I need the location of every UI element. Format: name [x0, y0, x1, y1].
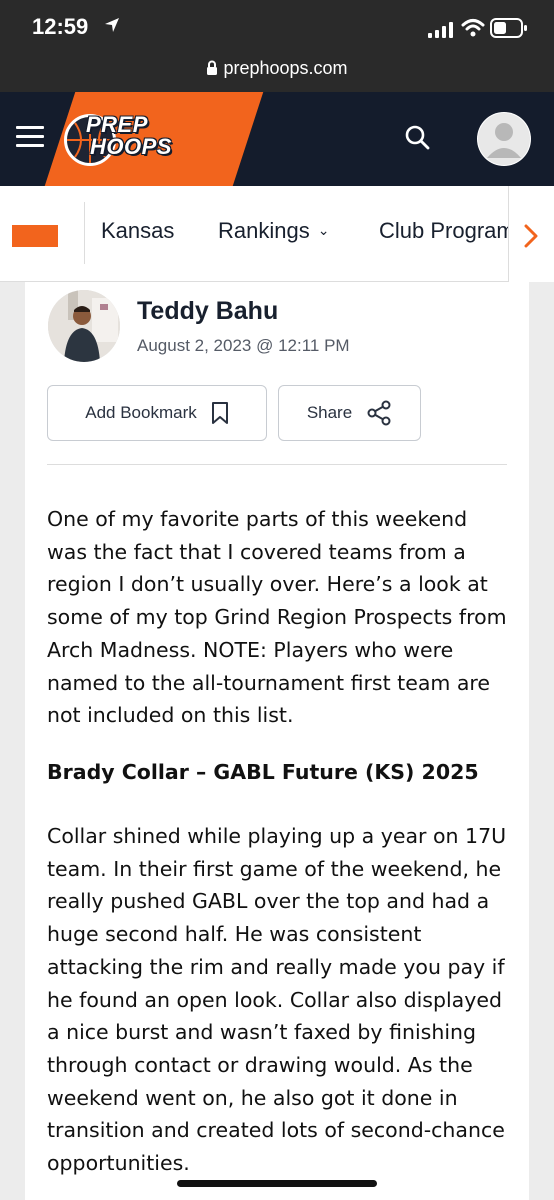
- battery-icon: [490, 18, 527, 38]
- author-avatar[interactable]: [48, 290, 120, 362]
- status-bar: 12:59 prephoops.com: [0, 0, 554, 92]
- nav-item-label: Rankings: [218, 218, 310, 243]
- signal-icon: [428, 22, 453, 38]
- nav-item-club-programs[interactable]: Club Programs: [370, 210, 508, 254]
- clock: 12:59: [32, 14, 89, 39]
- prephoops-logo[interactable]: PREP HOOPS: [64, 110, 180, 168]
- publish-date: August 2, 2023 @ 12:11 PM: [137, 336, 350, 355]
- url-text: prephoops.com: [223, 58, 348, 78]
- site-header: PREP HOOPS: [0, 92, 554, 186]
- divider: [47, 464, 507, 465]
- share-button[interactable]: Share: [278, 385, 421, 441]
- player-paragraph: Collar shined while playing up a year on…: [47, 824, 507, 1176]
- bookmark-icon: [211, 402, 228, 424]
- button-label: Add Bookmark: [85, 403, 197, 422]
- player-heading: Brady Collar – GABL Future (KS) 2025: [47, 760, 479, 784]
- nav-item-kansas[interactable]: Kansas: [101, 218, 174, 244]
- user-avatar-icon[interactable]: [477, 112, 531, 166]
- kansas-state-icon[interactable]: [12, 225, 58, 247]
- chevron-down-icon: ⌄: [317, 222, 330, 238]
- nav-item-rankings[interactable]: Rankings ⌄: [218, 218, 329, 244]
- home-indicator[interactable]: [177, 1180, 377, 1187]
- share-icon: [367, 400, 391, 426]
- nav-item-label: Club Programs: [379, 218, 508, 243]
- location-arrow-icon: [105, 18, 119, 32]
- button-label: Share: [306, 403, 353, 422]
- add-bookmark-button[interactable]: Add Bookmark: [47, 385, 267, 441]
- chevron-right-icon: [524, 224, 538, 248]
- menu-icon[interactable]: [16, 126, 44, 148]
- nav-scroll-right-button[interactable]: [508, 186, 554, 282]
- wifi-icon: [461, 19, 485, 37]
- nav-divider: [84, 202, 85, 264]
- lock-icon: [207, 60, 218, 75]
- logo-wordmark: PREP HOOPS: [86, 112, 172, 159]
- author-name[interactable]: Teddy Bahu: [137, 297, 278, 326]
- search-icon[interactable]: [404, 124, 430, 150]
- article-intro-paragraph: One of my favorite parts of this weekend…: [47, 507, 507, 728]
- url-bar[interactable]: prephoops.com: [0, 58, 554, 79]
